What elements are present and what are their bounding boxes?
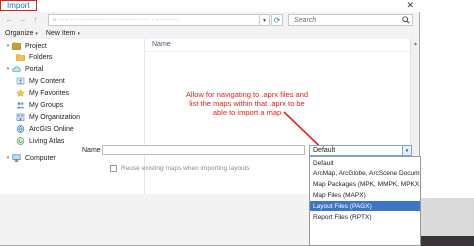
dropdown-option-map-packages[interactable]: Map Packages (MPK, MMPK, MPKX, MSPK): [310, 179, 420, 189]
reuse-maps-label: Reuse existing maps when importing layou…: [121, 165, 250, 172]
column-divider: [145, 51, 410, 52]
expander-icon[interactable]: ▾: [4, 155, 12, 161]
new-item-caret-icon: ▾: [77, 30, 80, 37]
tree-item-my-content[interactable]: My Content: [16, 76, 65, 86]
tree-item-label: Project: [25, 42, 47, 50]
tree-item-computer[interactable]: ▾ Computer: [4, 153, 56, 163]
tree-item-label: My Content: [29, 77, 65, 85]
address-dropdown-icon[interactable]: ▾: [260, 14, 270, 26]
groups-icon: [16, 102, 25, 109]
scroll-up-icon[interactable]: ▲: [411, 39, 420, 48]
organize-button[interactable]: Organize ▾: [5, 30, 38, 37]
file-type-selected: Default: [313, 147, 336, 154]
organization-icon: [16, 113, 25, 121]
title-bar: Import ✕: [0, 0, 420, 12]
search-icon: [400, 16, 412, 24]
reuse-maps-option: Reuse existing maps when importing layou…: [110, 165, 250, 172]
tree-item-label: Computer: [25, 154, 56, 162]
tree-item-portal[interactable]: ▾ Portal: [4, 64, 44, 74]
close-button[interactable]: ✕: [406, 0, 414, 11]
up-arrow-icon[interactable]: ↑: [30, 14, 41, 25]
tree-item-folders[interactable]: Folders: [16, 52, 52, 62]
dropdown-option-default[interactable]: Default: [310, 158, 420, 168]
tree-item-label: Living Atlas: [29, 137, 65, 145]
tree-item-label: My Organization: [29, 113, 80, 121]
folder-icon: [16, 54, 25, 61]
tree-item-label: My Favorites: [29, 89, 70, 97]
expander-icon[interactable]: ▾: [4, 66, 12, 72]
address-bar[interactable]: « ····· ································…: [48, 14, 260, 26]
dropdown-caret-icon[interactable]: ▾: [402, 146, 411, 155]
new-item-label: New Item: [45, 30, 76, 37]
dropdown-option-layout-files[interactable]: Layout Files (PAGX): [310, 201, 420, 211]
globe-icon: [16, 125, 25, 133]
organize-label: Organize: [5, 30, 34, 37]
favorites-icon: [16, 89, 25, 97]
file-type-dropdown-list: Default ArcMap, ArcGlobe, ArcScene Docum…: [309, 156, 421, 246]
content-icon: [16, 77, 25, 85]
atlas-icon: [16, 137, 25, 145]
toolbar: Organize ▾ New Item ▾: [0, 28, 420, 39]
project-icon: [12, 42, 21, 50]
reuse-maps-checkbox[interactable]: [110, 165, 117, 172]
tree-item-label: ArcGIS Online: [29, 125, 74, 133]
name-label: Name: [82, 147, 101, 154]
computer-icon: [12, 154, 21, 162]
back-arrow-icon[interactable]: ←: [4, 14, 15, 25]
search-placeholder: Search: [294, 16, 317, 24]
navigation-bar: ← → ↑ « ····· ··························…: [0, 12, 420, 28]
tree-item-label: Portal: [25, 65, 44, 73]
file-type-select[interactable]: Default ▾: [309, 145, 412, 156]
tree-item-arcgis-online[interactable]: ArcGIS Online: [16, 124, 74, 134]
tree-item-label: My Groups: [29, 101, 64, 109]
column-header-name[interactable]: Name: [152, 41, 171, 48]
tree-item-living-atlas[interactable]: Living Atlas: [16, 136, 64, 146]
dropdown-option-arcmap[interactable]: ArcMap, ArcGlobe, ArcScene Documents (MX…: [310, 168, 420, 178]
title-highlight: Import: [0, 0, 37, 11]
dropdown-option-map-files[interactable]: Map Files (MAPX): [310, 190, 420, 200]
name-input[interactable]: [102, 145, 305, 155]
tree-item-my-favorites[interactable]: My Favorites: [16, 88, 69, 98]
tree-item-project[interactable]: ▾ Project: [4, 41, 47, 51]
screen: Import ✕ ← → ↑ « ····· ·················…: [0, 0, 474, 246]
expander-icon[interactable]: ▾: [4, 43, 12, 49]
organize-caret-icon: ▾: [35, 30, 38, 37]
dialog-title: Import: [7, 1, 30, 10]
new-item-button[interactable]: New Item ▾: [46, 30, 80, 37]
dropdown-option-report-files[interactable]: Report Files (RPTX): [310, 212, 420, 222]
portal-icon: [12, 66, 21, 72]
tree-item-my-groups[interactable]: My Groups: [16, 100, 63, 110]
refresh-button[interactable]: ⟳: [271, 14, 283, 26]
search-input[interactable]: Search: [288, 14, 413, 26]
forward-arrow-icon[interactable]: →: [17, 14, 28, 25]
tree-item-label: Folders: [29, 53, 53, 61]
tree-item-my-organization[interactable]: My Organization: [16, 112, 80, 122]
